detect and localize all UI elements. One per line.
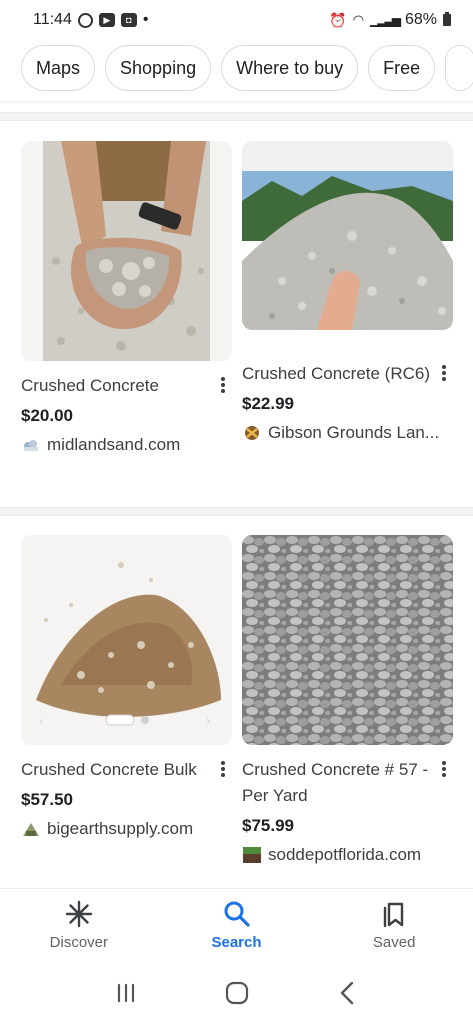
bigearthsupply-logo-icon	[23, 823, 39, 836]
back-chevron-icon	[340, 981, 353, 1005]
product-price: $57.50	[21, 790, 73, 809]
section-divider	[0, 507, 473, 516]
status-bar: 11:44 ▶ ◘ • ⏰ ◠ ▁▂▃▅ 68%	[0, 0, 473, 40]
youtube-icon: ▶	[98, 13, 115, 27]
battery-percent: 68%	[404, 11, 437, 28]
more-options-button[interactable]	[218, 759, 228, 779]
chip-maps[interactable]: Maps	[21, 45, 96, 91]
more-options-button[interactable]	[439, 363, 449, 383]
product-card[interactable]: Crushed Concrete (RC6) $22.99 Gibson Gro…	[242, 141, 453, 444]
system-nav-bar	[0, 962, 473, 1024]
gibson-grounds-logo-icon	[245, 426, 259, 440]
status-left: 11:44 ▶ ◘ •	[33, 11, 148, 29]
bottom-nav: Discover Search Saved	[0, 888, 473, 962]
product-seller[interactable]: bigearthsupply.com	[21, 818, 232, 840]
battery-icon	[443, 12, 451, 26]
more-options-button[interactable]	[218, 375, 228, 395]
product-image[interactable]	[242, 535, 453, 745]
wifi-icon: ◠	[352, 12, 365, 27]
app-icon: ◘	[120, 13, 137, 27]
signal-icon: ▁▂▃▅	[370, 13, 401, 27]
product-price: $20.00	[21, 406, 73, 425]
back-button[interactable]	[333, 978, 363, 1008]
status-right: ⏰ ◠ ▁▂▃▅ 68%	[329, 11, 451, 29]
product-seller[interactable]: Gibson Grounds Lan...	[242, 422, 453, 444]
nav-saved[interactable]: Saved	[315, 889, 473, 962]
notification-icon	[77, 12, 93, 28]
concrete-pile-image	[242, 141, 453, 330]
product-price: $75.99	[242, 816, 294, 835]
midlandsand-logo-icon	[24, 440, 38, 451]
product-image[interactable]	[242, 141, 453, 330]
product-title[interactable]: Crushed Concrete # 57 - Per Yard	[242, 757, 431, 809]
search-icon	[224, 901, 250, 927]
hands-with-concrete-image	[21, 141, 232, 361]
discover-asterisk-icon	[65, 900, 93, 928]
nav-search[interactable]: Search	[158, 889, 316, 962]
chip-free[interactable]: Free	[368, 45, 436, 91]
product-seller[interactable]: soddepotflorida.com	[242, 844, 453, 866]
recent-apps-icon	[117, 983, 134, 1003]
clock: 11:44	[33, 11, 72, 28]
seller-name: soddepotflorida.com	[268, 845, 422, 864]
more-options-button[interactable]	[439, 759, 449, 779]
dirt-pile-image: ‹ ›	[21, 535, 232, 745]
seller-name: bigearthsupply.com	[47, 819, 194, 838]
nav-saved-label: Saved	[372, 934, 416, 951]
product-title[interactable]: Crushed Concrete	[21, 373, 210, 399]
section-divider	[0, 112, 473, 121]
svg-text:›: ›	[206, 714, 211, 728]
svg-text:‹: ‹	[39, 714, 44, 728]
product-title[interactable]: Crushed Concrete Bulk	[21, 757, 210, 783]
home-button[interactable]	[222, 978, 252, 1008]
more-notifications-icon: •	[142, 11, 149, 28]
product-card[interactable]: ‹ › Crushed Concrete Bulk $57.50 bigeart…	[21, 535, 232, 840]
gravel-image	[242, 535, 453, 745]
filter-chips: Maps Shopping Where to buy Free	[0, 40, 473, 96]
chip-shopping[interactable]: Shopping	[105, 45, 212, 91]
product-price: $22.99	[242, 394, 294, 413]
recent-apps-button[interactable]	[111, 978, 141, 1008]
product-card[interactable]: Crushed Concrete $20.00 midlandsand.com	[21, 141, 232, 456]
nav-search-label: Search	[211, 934, 262, 951]
nav-discover-label: Discover	[49, 934, 109, 951]
chip-where-to-buy[interactable]: Where to buy	[221, 45, 359, 91]
header-shadow	[0, 101, 473, 104]
seller-name: midlandsand.com	[47, 435, 181, 454]
home-icon	[225, 981, 248, 1005]
soddepot-logo-icon	[243, 847, 261, 863]
product-title[interactable]: Crushed Concrete (RC6)	[242, 361, 431, 387]
product-image[interactable]: ‹ ›	[21, 535, 232, 745]
chip-more[interactable]	[445, 45, 473, 91]
nav-discover[interactable]: Discover	[0, 889, 158, 962]
product-image[interactable]	[21, 141, 232, 361]
alarm-icon: ⏰	[329, 11, 347, 28]
seller-name: Gibson Grounds Lan...	[268, 423, 440, 442]
saved-collections-icon	[383, 902, 404, 928]
product-card[interactable]: Crushed Concrete # 57 - Per Yard $75.99 …	[242, 535, 453, 866]
product-seller[interactable]: midlandsand.com	[21, 434, 232, 456]
